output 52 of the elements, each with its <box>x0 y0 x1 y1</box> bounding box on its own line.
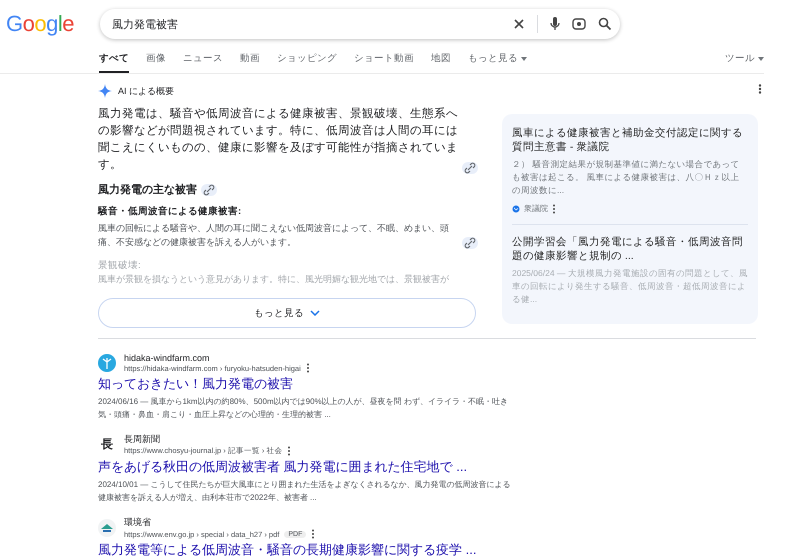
link-icon[interactable] <box>462 162 478 174</box>
point-text: 風車の回転による騒音や、人間の耳に聞こえない低周波音によって、不眠、めまい、頭痛、不安感などの健康被害を訴える人がいます。 <box>98 222 450 249</box>
turbine-icon <box>98 354 116 372</box>
link-icon[interactable] <box>201 184 217 196</box>
chevron-down-icon <box>310 310 320 316</box>
more-options-icon[interactable] <box>758 84 762 94</box>
search-tab[interactable]: 動画 <box>240 52 260 73</box>
more-options-icon[interactable] <box>552 204 556 214</box>
result-title-link[interactable]: 声をあげる秋田の低周波被害者 風力発電に囲まれた住宅地で ... <box>98 458 498 476</box>
source-snippet: 2025/06/24 — 大規模風力発電施設の固有の問題として、風車の回転により発生する騒音、低周波音・超低周波音による健... <box>512 267 748 306</box>
sparkle-icon <box>98 84 112 98</box>
search-tab[interactable]: ニュース <box>183 52 223 73</box>
emblem-icon <box>98 518 116 536</box>
google-logo[interactable]: Google <box>6 11 74 37</box>
result-snippet: 2024/06/16 — 風車から1km以内の約80%、500m以内では90%以上の人が、昼夜を問 わず、イライラ・不眠・吐き気・頭痛・鼻血・肩こり・血圧上昇などの心理的・生理的被害 ... <box>98 396 509 421</box>
point-title: 騒音・低周波音による健康被害: <box>98 205 242 218</box>
tools-menu[interactable]: ツール <box>725 52 764 73</box>
search-tab[interactable]: 画像 <box>146 52 166 73</box>
show-more-button[interactable]: もっと見る <box>98 298 476 328</box>
search-field[interactable]: 風力発電被害 <box>100 9 620 39</box>
point-title: 景観破壊: <box>98 259 142 272</box>
more-menu[interactable]: もっと見る <box>468 52 527 73</box>
source-snippet: ２） 騒音測定結果が規制基準値に満たない場合であっても被害は起こる。 風車による健康被害は、八〇Ｈｚ以上の周波数に... <box>512 158 740 197</box>
microphone-icon[interactable] <box>550 17 560 31</box>
site-name: hidaka-windfarm.com <box>124 353 211 363</box>
more-options-icon[interactable] <box>287 446 292 456</box>
caret-icon <box>521 56 527 60</box>
link-icon[interactable] <box>462 237 478 249</box>
search-query: 風力発電被害 <box>112 18 180 32</box>
more-options-icon[interactable] <box>311 529 316 539</box>
search-tab[interactable]: ショート動画 <box>354 52 414 73</box>
search-tab[interactable]: ショッピング <box>277 52 337 73</box>
result-title-link[interactable]: 知っておきたい！風力発電の被害 <box>98 375 498 393</box>
search-icon[interactable] <box>598 17 612 31</box>
result-title-link[interactable]: 風力発電等による低周波音・騒音の長期健康影響に関する疫学 ... <box>98 541 498 559</box>
camera-icon[interactable] <box>572 17 586 31</box>
more-options-icon[interactable] <box>306 363 310 373</box>
source-title[interactable]: 公開学習会「風力発電による騒音・低周波音問題の健康影響と規制の ... <box>512 235 748 263</box>
summary-text: 風力発電は、騒音や低周波音による健康被害、景観破壊、生態系への影響などが問題視されています。特に、低周波音は人間の耳には聞こえにくいものの、健康に影響を及ぼす可能性が指摘されています。 <box>98 106 458 173</box>
source-title[interactable]: 風車による健康被害と補助金交付認定に関する質問主意書 - 衆議院 <box>512 126 748 154</box>
source-site: 衆議院 <box>524 203 548 214</box>
close-icon[interactable] <box>513 18 526 30</box>
point-text: 風車が景観を損なうという意見があります。特に、風光明媚な観光地では、景観被害が <box>98 273 450 286</box>
site-logo: 長 <box>100 436 114 453</box>
search-tab[interactable]: 地図 <box>431 52 451 73</box>
ai-overview-title: AI による概要 <box>118 84 174 98</box>
caret-icon <box>758 56 764 60</box>
site-name: 長周新聞 <box>124 433 161 446</box>
site-name: 環境省 <box>124 516 152 529</box>
search-tab[interactable]: すべて <box>99 52 129 73</box>
result-snippet: 2024/10/01 — こうして住民たちが巨大風車にとり囲まれた生活をよぎなくされるなか、風力発電の低周波音による健康被害を訴える人が増え、由利本荘市で2022年、被害者 ... <box>98 479 512 504</box>
section-heading: 風力発電の主な被害 <box>98 182 197 197</box>
